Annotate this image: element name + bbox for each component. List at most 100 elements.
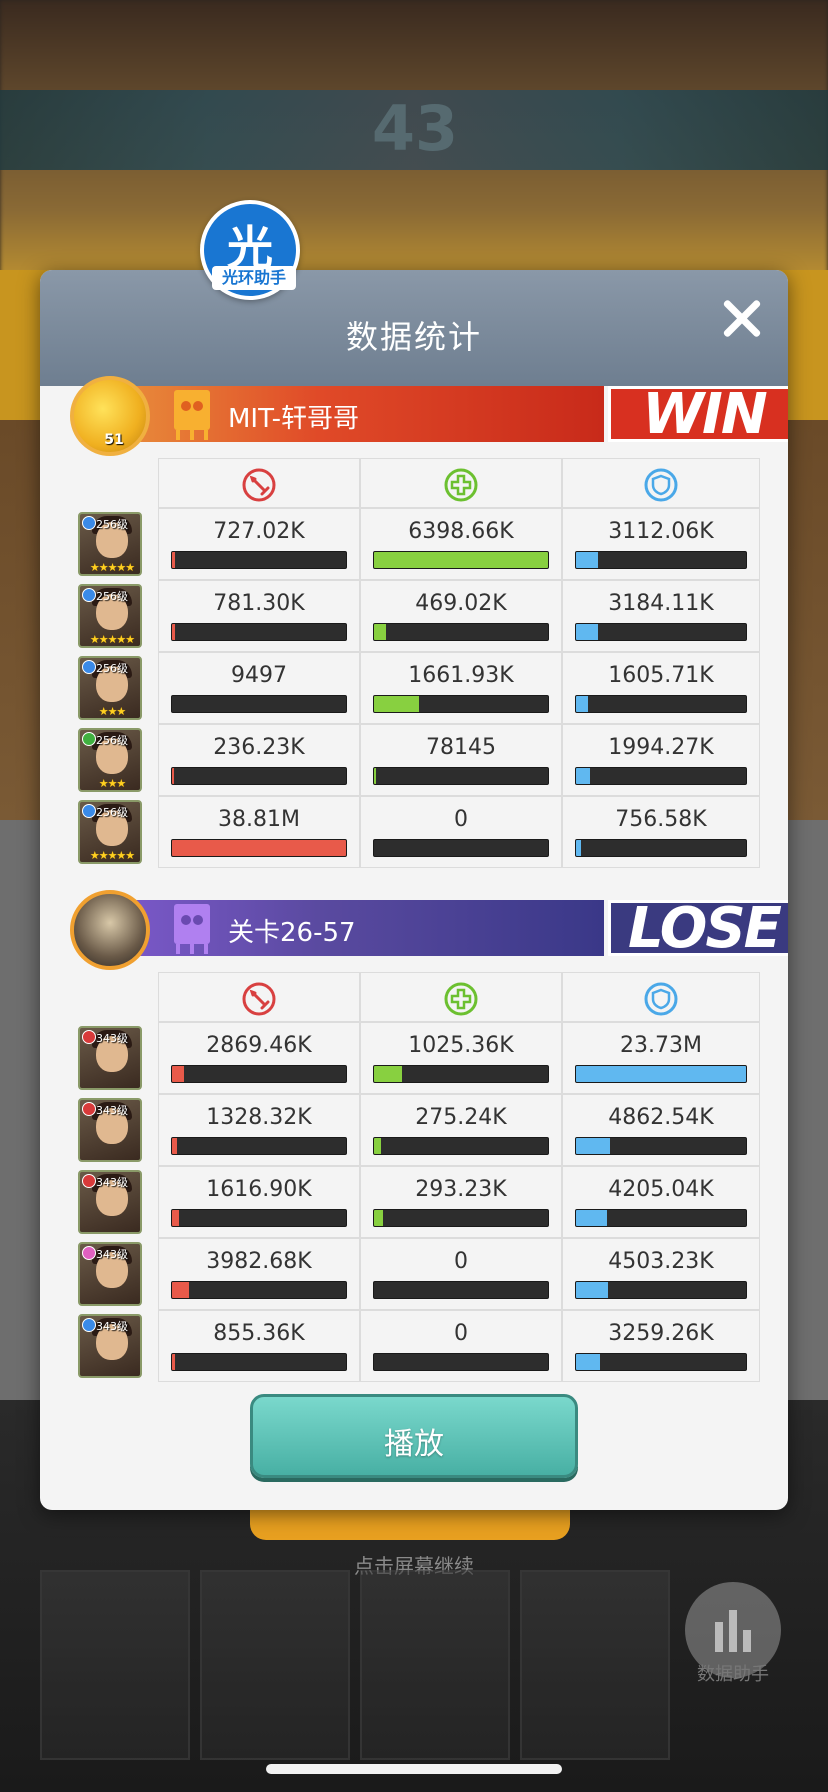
damage-bar-track xyxy=(171,839,347,857)
defense-bar-track xyxy=(575,695,747,713)
heal-cross-icon xyxy=(444,468,478,502)
stat-header-cell xyxy=(158,458,360,508)
damage-bar-fill xyxy=(172,1138,178,1154)
hero-stat-row: 256级 ★★★ 9497 1661.93K 1605.71K xyxy=(68,652,760,724)
heal-value: 0 xyxy=(454,1321,468,1346)
background-card xyxy=(520,1570,670,1760)
stat-cell-damage: 781.30K xyxy=(158,580,360,652)
sword-icon xyxy=(242,982,276,1016)
defense-value: 756.58K xyxy=(615,807,707,832)
damage-bar-track xyxy=(171,551,347,569)
stat-header-cell xyxy=(562,458,760,508)
defense-bar-fill xyxy=(576,1138,610,1154)
hero-level: 343级 xyxy=(96,1032,128,1045)
hero-portrait[interactable]: 256级 ★★★ xyxy=(78,656,142,720)
stat-cell-heal: 0 xyxy=(360,1310,562,1382)
heal-value: 275.24K xyxy=(415,1105,507,1130)
damage-value: 1328.32K xyxy=(206,1105,312,1130)
helper-label: 光环助手 xyxy=(212,266,296,290)
hero-level: 256级 xyxy=(96,590,128,603)
hero-stars: ★★★★★ xyxy=(89,633,135,646)
defense-value: 4503.23K xyxy=(608,1249,714,1274)
shield-icon xyxy=(643,981,679,1017)
hero-stat-row: 256级 ★★★★★ 727.02K 6398.66K 3112.06K xyxy=(68,508,760,580)
element-icon xyxy=(82,1318,96,1332)
heal-bar-track xyxy=(373,695,549,713)
damage-bar-fill xyxy=(172,1066,185,1082)
damage-bar-fill xyxy=(172,1210,179,1226)
helper-logo: 光 光环助手 xyxy=(204,204,296,296)
stat-cell-defense: 756.58K xyxy=(562,796,760,868)
stat-cell-damage: 1328.32K xyxy=(158,1094,360,1166)
damage-value: 855.36K xyxy=(213,1321,305,1346)
heal-value: 1661.93K xyxy=(408,663,514,688)
damage-value: 2869.46K xyxy=(206,1033,312,1058)
defense-bar-track xyxy=(575,839,747,857)
defense-bar-fill xyxy=(576,552,599,568)
damage-value: 9497 xyxy=(231,663,287,688)
hero-cell: 343级 xyxy=(68,1022,158,1094)
hero-portrait[interactable]: 343级 xyxy=(78,1242,142,1306)
win-label: WIN xyxy=(608,382,788,447)
hero-cell: 256级 ★★★★★ xyxy=(68,508,158,580)
defense-value: 3184.11K xyxy=(608,591,714,616)
hero-cell: 343级 xyxy=(68,1238,158,1310)
play-label: 播放 xyxy=(384,1427,444,1462)
heal-cross-icon xyxy=(443,981,479,1017)
hero-portrait[interactable]: 256级 ★★★★★ xyxy=(78,584,142,648)
hero-cell: 343级 xyxy=(68,1310,158,1382)
hero-portrait[interactable]: 343级 xyxy=(78,1026,142,1090)
element-icon xyxy=(82,1030,96,1044)
stat-cell-defense: 3184.11K xyxy=(562,580,760,652)
hero-portrait[interactable]: 256级 ★★★ xyxy=(78,728,142,792)
defense-bar-fill xyxy=(576,696,588,712)
damage-value: 236.23K xyxy=(213,735,305,760)
heal-bar-track xyxy=(373,1137,549,1155)
close-button[interactable] xyxy=(716,292,768,344)
hero-portrait[interactable]: 256级 ★★★★★ xyxy=(78,800,142,864)
sword-icon xyxy=(242,468,276,502)
helper-badge[interactable]: 光 光环助手 xyxy=(200,200,300,300)
heal-value: 469.02K xyxy=(415,591,507,616)
hero-cell: 256级 ★★★ xyxy=(68,652,158,724)
hero-stat-row: 256级 ★★★ 236.23K 78145 1994.27K xyxy=(68,724,760,796)
heal-value: 293.23K xyxy=(415,1177,507,1202)
stat-cell-heal: 1661.93K xyxy=(360,652,562,724)
hero-level: 343级 xyxy=(96,1248,128,1261)
hero-level: 343级 xyxy=(96,1104,128,1117)
hero-stat-row: 343级 1328.32K 275.24K 4862.54K xyxy=(68,1094,760,1166)
stats-assistant-label: 数据助手 xyxy=(697,1664,769,1685)
defense-bar-fill xyxy=(576,840,582,856)
defense-bar-fill xyxy=(576,1354,600,1370)
hero-cell: 343级 xyxy=(68,1166,158,1238)
hero-portrait[interactable]: 343级 xyxy=(78,1314,142,1378)
heal-bar-fill xyxy=(374,768,376,784)
stat-cell-damage: 727.02K xyxy=(158,508,360,580)
hero-cell: 343级 xyxy=(68,1094,158,1166)
stat-cell-heal: 1025.36K xyxy=(360,1022,562,1094)
heal-value: 0 xyxy=(454,807,468,832)
damage-bar-fill xyxy=(172,624,176,640)
heal-bar-track xyxy=(373,551,549,569)
hero-level: 256级 xyxy=(96,662,128,675)
stat-cell-heal: 275.24K xyxy=(360,1094,562,1166)
team-avatar[interactable] xyxy=(70,890,150,970)
heal-bar-fill xyxy=(374,1210,383,1226)
hero-level: 256级 xyxy=(96,734,128,747)
team-banner-emblem-icon xyxy=(168,900,216,956)
defense-bar-fill xyxy=(576,1066,746,1082)
heal-bar-track xyxy=(373,1281,549,1299)
defense-bar-track xyxy=(575,1065,747,1083)
play-button[interactable]: 播放 xyxy=(250,1394,578,1478)
defense-value: 4205.04K xyxy=(608,1177,714,1202)
defense-bar-track xyxy=(575,1353,747,1371)
stats-header-row xyxy=(68,972,760,1022)
hero-portrait[interactable]: 343级 xyxy=(78,1098,142,1162)
stat-cell-damage: 3982.68K xyxy=(158,1238,360,1310)
stat-cell-damage: 2869.46K xyxy=(158,1022,360,1094)
hero-portrait[interactable]: 256级 ★★★★★ xyxy=(78,512,142,576)
home-indicator[interactable] xyxy=(266,1764,562,1774)
damage-bar-fill xyxy=(172,768,174,784)
hero-portrait[interactable]: 343级 xyxy=(78,1170,142,1234)
hero-stars: ★★★★★ xyxy=(89,561,135,574)
